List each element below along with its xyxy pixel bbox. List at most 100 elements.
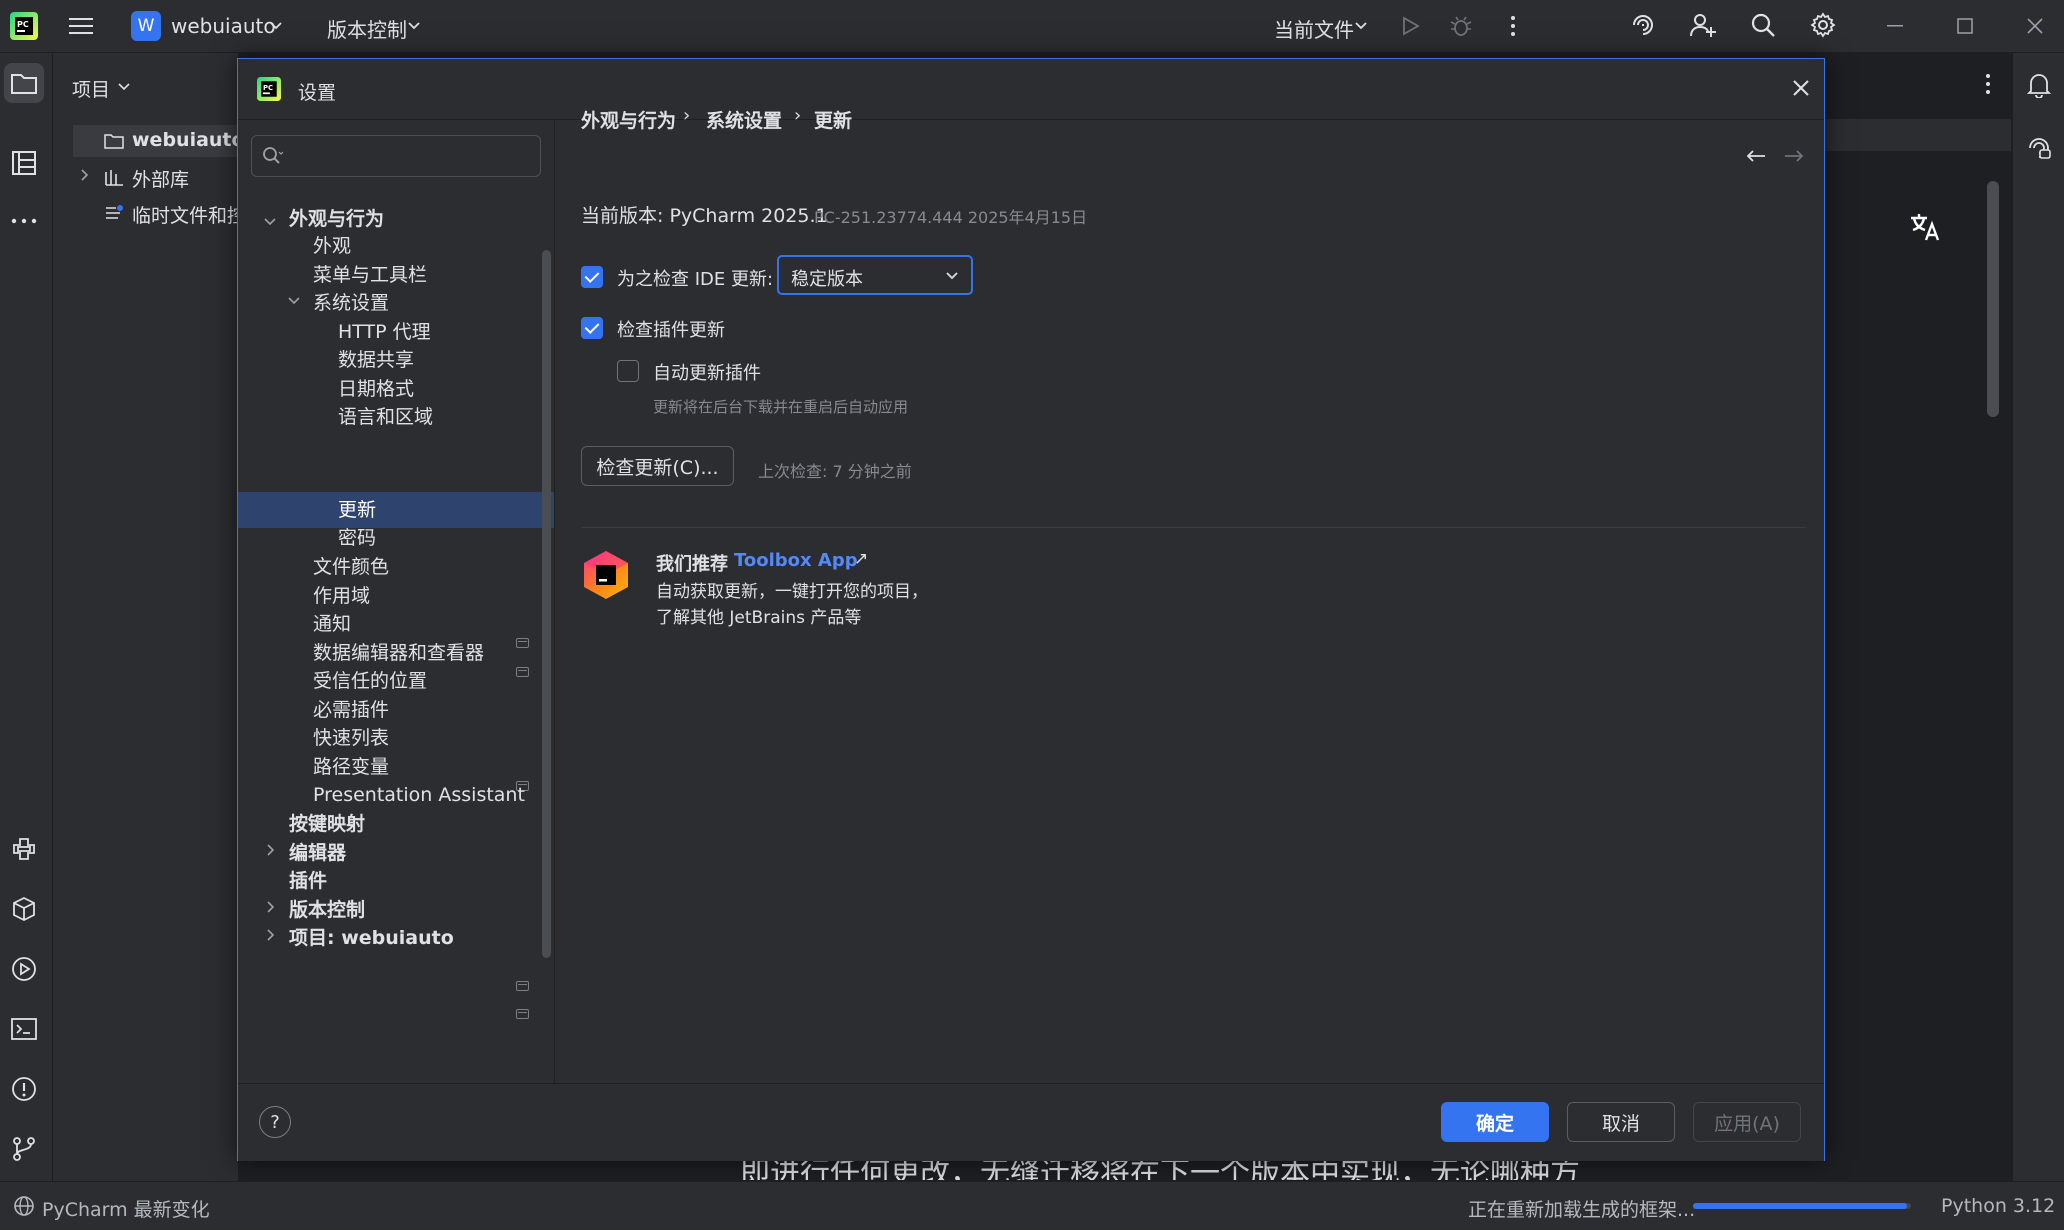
run-config-selector[interactable]: 当前文件 xyxy=(1274,14,1354,43)
git-branch-icon[interactable] xyxy=(6,1131,42,1167)
check-plugin-updates-checkbox[interactable] xyxy=(581,317,603,339)
main-menu-icon[interactable] xyxy=(66,12,96,40)
vcs-menu[interactable]: 版本控制 xyxy=(327,14,407,43)
project-tool-folder-icon[interactable] xyxy=(4,63,44,103)
breadcrumb-item-1[interactable]: 外观与行为 xyxy=(581,106,676,133)
search-icon xyxy=(262,145,284,167)
sidebar-scroll-thumb[interactable] xyxy=(542,250,551,958)
chevron-down-icon[interactable] xyxy=(287,296,301,306)
title-bar: PC W webuiauto 版本控制 当前文件 xyxy=(0,0,2064,53)
minimize-icon[interactable] xyxy=(1880,12,1910,40)
dialog-title: 设置 xyxy=(298,82,337,104)
check-ide-updates-label[interactable]: 为之检查 IDE 更新: xyxy=(617,265,773,291)
library-icon xyxy=(103,166,125,188)
notifications-bell-icon[interactable] xyxy=(2023,69,2055,101)
tree-item-project[interactable]: 项目: webuiauto xyxy=(289,920,454,956)
chevron-down-icon[interactable] xyxy=(268,16,284,36)
pycharm-logo-icon[interactable]: PC xyxy=(8,10,40,42)
check-plugin-updates-label[interactable]: 检查插件更新 xyxy=(617,316,725,342)
chevron-right-icon[interactable] xyxy=(266,843,276,857)
project-panel-title[interactable]: 项目 xyxy=(72,75,110,102)
editor-bg-text: 即进行任何更改，无缝迁移将在下一个版本中实现，无论哪种方 xyxy=(740,1160,1580,1180)
more-actions-icon[interactable] xyxy=(1500,12,1526,40)
left-tool-strip xyxy=(0,53,53,1181)
editor-more-icon[interactable] xyxy=(1973,69,2003,99)
svg-text:PC: PC xyxy=(263,84,273,92)
apply-button[interactable]: 应用(A) xyxy=(1693,1102,1801,1142)
problems-icon[interactable] xyxy=(6,1071,42,1107)
breadcrumb-separator: › xyxy=(794,105,802,126)
python-console-icon[interactable] xyxy=(6,831,42,867)
more-tools-icon[interactable] xyxy=(6,203,42,239)
add-user-icon[interactable] xyxy=(1688,10,1718,40)
settings-gear-icon[interactable] xyxy=(1808,10,1838,40)
close-icon[interactable] xyxy=(1786,73,1816,103)
breadcrumb-item-2[interactable]: 系统设置 xyxy=(706,106,782,133)
run-icon[interactable] xyxy=(1398,12,1424,40)
progress-fill xyxy=(1693,1203,1907,1209)
search-icon[interactable] xyxy=(1748,10,1778,40)
dialog-footer: ? 确定 取消 应用(A) xyxy=(238,1083,1824,1161)
project-level-icon xyxy=(516,667,529,677)
project-level-icon xyxy=(516,638,529,648)
separator xyxy=(581,527,1806,528)
ok-button[interactable]: 确定 xyxy=(1441,1102,1549,1142)
help-button[interactable]: ? xyxy=(259,1106,291,1138)
chevron-down-icon[interactable] xyxy=(116,79,132,95)
background-task-text[interactable]: 正在重新加载生成的框架... xyxy=(1468,1195,1695,1222)
python-packages-icon[interactable] xyxy=(6,891,42,927)
project-tree-item[interactable]: webuiauto xyxy=(132,129,245,151)
scratches-icon xyxy=(103,202,125,224)
project-tree-item[interactable]: 临时文件和控 xyxy=(132,201,246,228)
structure-icon[interactable] xyxy=(6,145,42,181)
ai-chat-icon[interactable] xyxy=(2023,133,2055,165)
update-channel-value: 稳定版本 xyxy=(791,269,863,290)
editor-tab-bar xyxy=(1823,119,2011,151)
check-ide-updates-checkbox[interactable] xyxy=(581,266,603,288)
chevron-right-icon[interactable] xyxy=(266,900,276,914)
settings-search-box[interactable] xyxy=(251,135,541,177)
whats-new-link[interactable]: PyCharm 最新变化 xyxy=(42,1195,210,1222)
status-bar: PyCharm 最新变化 正在重新加载生成的框架... Python 3.12 xyxy=(0,1181,2064,1230)
version-build-detail: PC-251.23774.444 2025年4月15日 xyxy=(814,208,1088,227)
chevron-right-icon[interactable] xyxy=(266,928,276,942)
toolbox-app-link[interactable]: Toolbox App xyxy=(734,550,858,571)
chevron-down-icon[interactable] xyxy=(263,217,277,227)
services-run-icon[interactable] xyxy=(6,951,42,987)
pycharm-logo-icon: PC xyxy=(255,75,283,103)
auto-update-plugins-checkbox[interactable] xyxy=(617,360,639,382)
progress-bar[interactable] xyxy=(1693,1203,1911,1209)
terminal-icon[interactable] xyxy=(6,1011,42,1047)
auto-update-plugins-label[interactable]: 自动更新插件 xyxy=(653,359,761,385)
tree-selection-highlight xyxy=(238,492,554,528)
breadcrumb-separator: › xyxy=(683,105,691,126)
chevron-down-icon[interactable] xyxy=(1353,16,1369,36)
close-window-icon[interactable] xyxy=(2020,12,2050,40)
debug-icon[interactable] xyxy=(1448,12,1474,40)
toolbox-desc-line2: 了解其他 JetBrains 产品等 xyxy=(656,608,862,628)
back-arrow-icon[interactable] xyxy=(1742,144,1770,168)
maximize-icon[interactable] xyxy=(1950,12,1980,40)
svg-text:PC: PC xyxy=(17,20,29,29)
ai-assistant-icon[interactable] xyxy=(1628,10,1658,40)
toolbox-recommend-prefix: 我们推荐 xyxy=(656,554,728,575)
update-channel-dropdown[interactable]: 稳定版本 xyxy=(777,255,973,295)
translate-icon[interactable] xyxy=(1907,209,1943,245)
project-level-icon xyxy=(516,1009,529,1019)
chevron-down-icon[interactable] xyxy=(406,16,422,36)
project-badge[interactable]: W xyxy=(131,11,161,41)
project-switcher[interactable]: webuiauto xyxy=(171,14,276,38)
current-version-label: 当前版本: PyCharm 2025.1 xyxy=(581,205,828,227)
forward-arrow-icon[interactable] xyxy=(1780,144,1808,168)
check-updates-button[interactable]: 检查更新(C)... xyxy=(581,446,734,486)
tree-item-language-region[interactable]: 语言和区域 xyxy=(338,399,433,435)
cancel-button[interactable]: 取消 xyxy=(1567,1102,1675,1142)
editor-area xyxy=(1823,53,2011,1229)
external-link-arrow-icon[interactable]: ↗ xyxy=(854,549,868,569)
chevron-right-icon[interactable] xyxy=(77,167,93,183)
project-tree-item[interactable]: 外部库 xyxy=(132,165,189,192)
editor-scroll-thumb[interactable] xyxy=(1987,181,1999,417)
project-panel: 项目 webuiauto 外部库 临时文件和控 xyxy=(53,53,246,1181)
settings-search-input[interactable] xyxy=(292,141,536,171)
python-interpreter[interactable]: Python 3.12 xyxy=(1941,1195,2055,1217)
